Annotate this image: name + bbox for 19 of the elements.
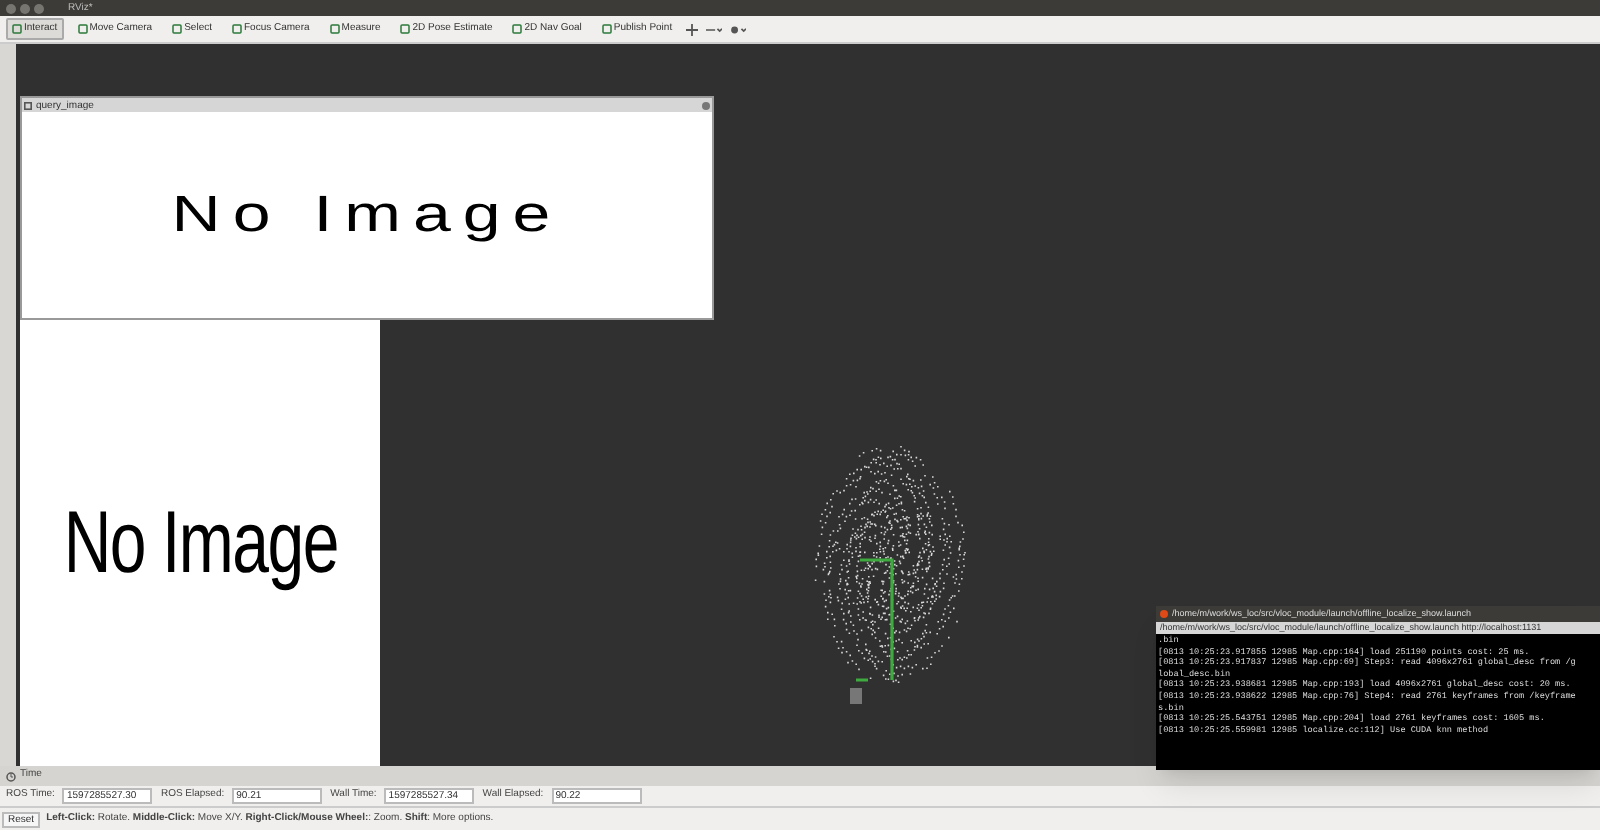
tool-icon [232,24,242,34]
tool-icon [512,24,523,34]
window-icon [24,101,32,109]
tool-icon [400,24,411,34]
tool-icon [12,24,22,34]
crosshair-icon[interactable] [686,23,699,35]
tool-icon [77,24,88,34]
tool-icon [329,24,340,34]
close-button[interactable] [1160,610,1168,618]
no-image-message: No Image [62,491,338,595]
maximize-button[interactable] [34,3,44,13]
minimize-button[interactable] [20,3,30,13]
tool-icon [601,24,612,34]
clock-icon [6,771,16,781]
minus-icon[interactable] [706,23,723,35]
close-button[interactable] [6,3,16,13]
no-image-message: No Image [171,183,563,247]
close-button[interactable] [702,101,710,109]
tool-icon [172,24,183,34]
